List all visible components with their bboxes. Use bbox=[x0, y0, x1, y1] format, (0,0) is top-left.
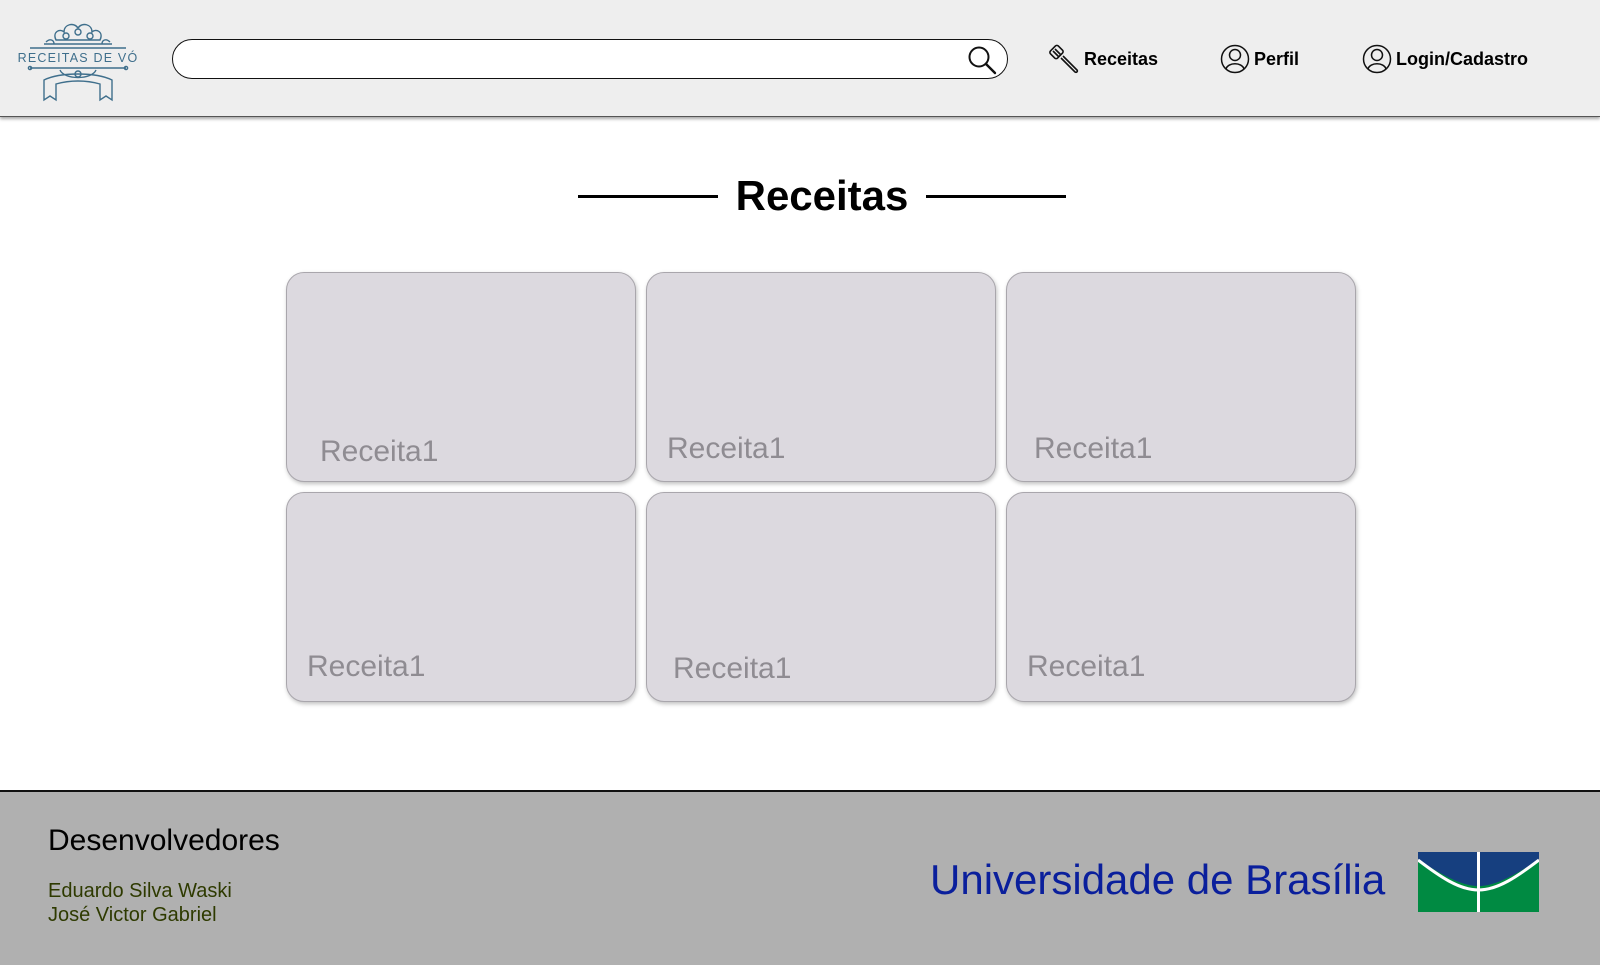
nav-login-cadastro[interactable]: Login/Cadastro bbox=[1362, 43, 1528, 75]
nav-receitas-label: Receitas bbox=[1084, 48, 1159, 69]
unb-logo bbox=[1418, 852, 1539, 912]
svg-text:RECEITAS DE VÓ: RECEITAS DE VÓ bbox=[18, 50, 139, 65]
nav-login-cadastro-label: Login/Cadastro bbox=[1396, 48, 1529, 69]
recipe-card-label: Receita1 bbox=[667, 432, 786, 465]
top-header: RECEITAS DE VÓ Receitas Perfil Login/Cad… bbox=[0, 0, 1600, 117]
search-input[interactable] bbox=[187, 46, 957, 72]
recipe-card-label: Receita1 bbox=[1027, 650, 1146, 683]
recipe-card[interactable]: Receita1 bbox=[286, 492, 636, 702]
search-icon[interactable] bbox=[967, 45, 997, 75]
recipe-card[interactable]: Receita1 bbox=[646, 492, 996, 702]
recipe-card[interactable]: Receita1 bbox=[646, 272, 996, 482]
recipe-card-label: Receita1 bbox=[320, 435, 439, 468]
user-icon bbox=[1362, 44, 1392, 74]
nav-perfil[interactable]: Perfil bbox=[1220, 43, 1299, 75]
user-icon bbox=[1220, 44, 1250, 74]
nav-receitas[interactable]: Receitas bbox=[1048, 43, 1158, 75]
receitas-de-vo-logo[interactable]: RECEITAS DE VÓ bbox=[16, 10, 140, 104]
title-divider-right bbox=[926, 194, 1066, 198]
recipe-card[interactable]: Receita1 bbox=[286, 272, 636, 482]
spatula-icon bbox=[1049, 44, 1079, 74]
recipe-card-label: Receita1 bbox=[673, 652, 792, 685]
page-footer: Desenvolvedores Eduardo Silva Waski José… bbox=[0, 790, 1600, 965]
recipe-card-label: Receita1 bbox=[307, 650, 426, 683]
title-divider-left bbox=[578, 194, 718, 198]
university-name: Universidade de Brasília bbox=[930, 856, 1386, 903]
recipe-card[interactable]: Receita1 bbox=[1006, 492, 1356, 702]
recipe-card[interactable]: Receita1 bbox=[1006, 272, 1356, 482]
developer-name: Eduardo Silva Waski bbox=[48, 880, 232, 902]
search-bar bbox=[172, 39, 1008, 79]
developers-heading: Desenvolvedores bbox=[48, 824, 280, 857]
section-title: Receitas bbox=[578, 170, 1066, 222]
page-title: Receitas bbox=[735, 172, 909, 219]
recipe-card-label: Receita1 bbox=[1034, 432, 1153, 465]
nav-perfil-label: Perfil bbox=[1254, 48, 1300, 69]
developer-name: José Victor Gabriel bbox=[48, 904, 217, 926]
